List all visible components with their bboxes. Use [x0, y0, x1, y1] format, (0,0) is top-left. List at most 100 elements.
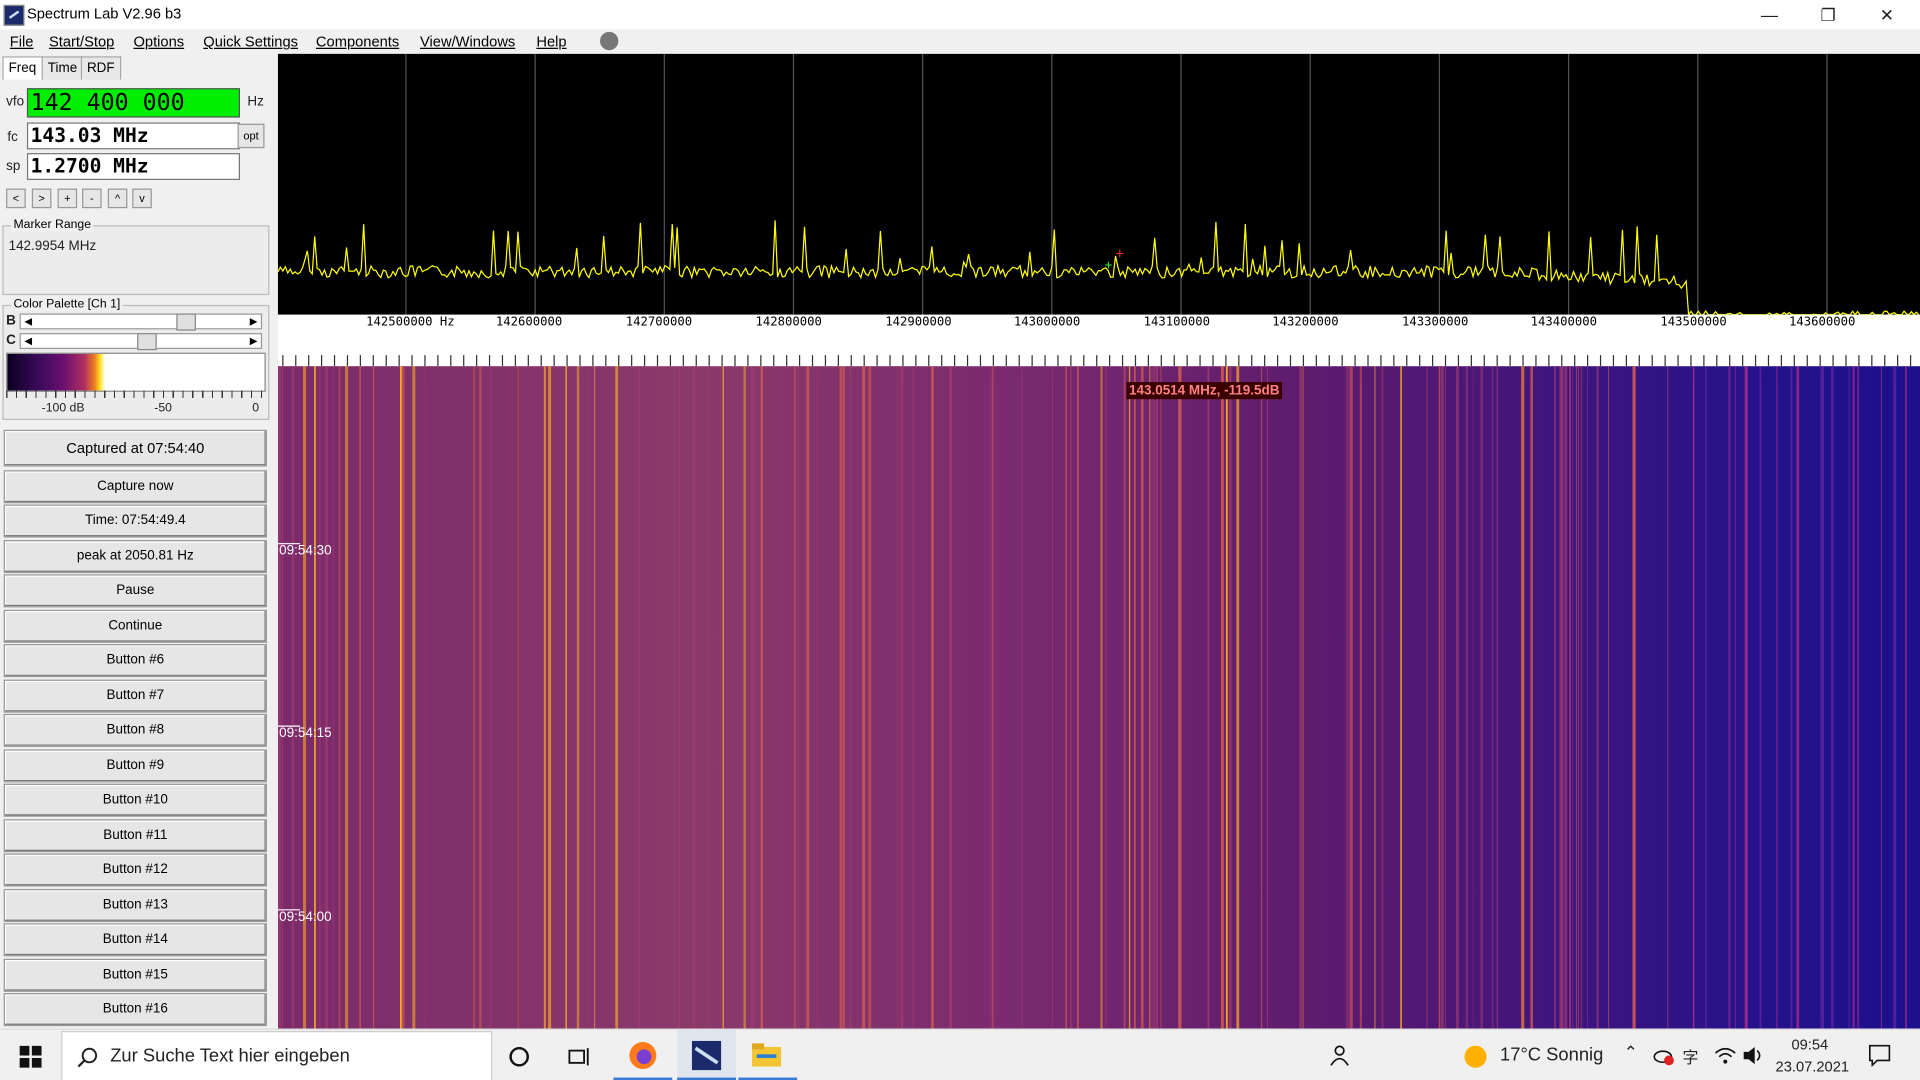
windows-start-icon[interactable] — [19, 1045, 42, 1068]
slider-left-arrow-icon[interactable]: ◀ — [21, 334, 36, 347]
zoom-out-button[interactable]: - — [82, 188, 102, 209]
minimize-button[interactable]: — — [1741, 0, 1797, 29]
center-frequency-field[interactable]: 143.03 MHz — [26, 122, 241, 150]
svg-text:+: + — [1104, 257, 1112, 272]
zoom-in-button[interactable]: + — [57, 188, 78, 209]
side-button-13[interactable]: Button #12 — [3, 853, 267, 887]
side-button-8[interactable]: Button #7 — [3, 679, 267, 713]
freq-axis-label: 142800000 — [755, 315, 822, 330]
freq-axis-label: 142900000 — [885, 315, 952, 330]
cortana-icon[interactable] — [508, 1046, 530, 1068]
contrast-slider-thumb[interactable] — [137, 333, 157, 351]
side-button-12[interactable]: Button #11 — [3, 819, 267, 853]
waterfall-display[interactable] — [277, 366, 1920, 1029]
nav-down-button[interactable]: v — [132, 188, 152, 209]
waterfall-time-label: 09:54:15 — [279, 726, 332, 741]
control-panel: Freq Time RDF vfo 142 400 000 Hz fc 143.… — [0, 53, 275, 1029]
side-button-9[interactable]: Button #8 — [3, 713, 267, 747]
palette-scale-max: 0 — [252, 401, 260, 416]
waterfall-time-label: 09:54:30 — [279, 543, 332, 559]
contrast-label: C — [6, 333, 16, 348]
side-button-1[interactable]: Captured at 07:54:40 — [3, 429, 267, 467]
side-button-6[interactable]: Continue — [3, 609, 267, 643]
color-palette-title: Color Palette [Ch 1] — [11, 297, 123, 312]
side-button-7[interactable]: Button #6 — [3, 644, 267, 678]
slider-right-arrow-icon[interactable]: ▶ — [246, 334, 261, 347]
side-button-3[interactable]: Time: 07:54:49.4 — [3, 504, 267, 538]
side-button-2[interactable]: Capture now — [3, 470, 267, 504]
restore-button[interactable]: ❐ — [1800, 0, 1856, 29]
menu-options[interactable]: Options — [133, 33, 184, 50]
clock-time[interactable]: 09:54 — [1791, 1036, 1828, 1053]
nav-left-button[interactable]: < — [6, 188, 26, 209]
tab-time[interactable]: Time — [41, 56, 84, 80]
vfo-label: vfo — [6, 94, 25, 109]
freq-axis-label: 142700000 — [625, 315, 693, 330]
palette-scale-mid: -50 — [154, 401, 172, 416]
opt-button[interactable]: opt — [237, 123, 265, 149]
waterfall-time-label: 09:54:00 — [279, 909, 332, 925]
weather-text[interactable]: 17°C Sonnig — [1500, 1044, 1603, 1065]
svg-text:+: + — [1116, 246, 1125, 262]
side-button-10[interactable]: Button #9 — [3, 749, 267, 783]
menu-start-stop[interactable]: Start/Stop — [49, 33, 114, 50]
menu-quick-settings[interactable]: Quick Settings — [203, 33, 298, 50]
weather-sun-icon[interactable] — [1463, 1044, 1487, 1068]
freq-axis-label: 143400000 — [1530, 315, 1597, 330]
language-icon[interactable]: 字 — [1682, 1044, 1698, 1067]
contrast-slider[interactable]: ◀ ▶ — [19, 333, 263, 351]
side-button-16[interactable]: Button #15 — [3, 958, 267, 992]
slider-right-arrow-icon[interactable]: ▶ — [246, 315, 261, 328]
freq-axis-label: 143200000 — [1272, 315, 1339, 330]
notifications-icon[interactable] — [1869, 1044, 1891, 1067]
side-button-11[interactable]: Button #10 — [3, 783, 267, 817]
marker-range-title: Marker Range — [11, 217, 94, 232]
color-palette-bar — [6, 352, 266, 392]
marker-range-group: Marker Range 142.9954 MHz — [2, 217, 270, 296]
app-icon — [3, 4, 25, 26]
chevron-up-icon[interactable]: ⌃ — [1624, 1042, 1638, 1063]
clock-date[interactable]: 23.07.2021 — [1776, 1058, 1850, 1075]
people-icon[interactable] — [1327, 1044, 1349, 1066]
spectrum-display[interactable]: + + — [277, 53, 1920, 317]
side-button-15[interactable]: Button #14 — [3, 923, 267, 957]
nav-up-button[interactable]: ^ — [107, 188, 128, 209]
close-button[interactable]: ✕ — [1859, 0, 1915, 29]
spectrum-lab-taskbar-button[interactable] — [677, 1029, 736, 1080]
wifi-icon[interactable] — [1714, 1046, 1736, 1066]
freq-axis-label: 143300000 — [1402, 315, 1469, 330]
file-explorer-icon[interactable] — [751, 1043, 782, 1067]
side-button-4[interactable]: peak at 2050.81 Hz — [3, 540, 267, 574]
brightness-label: B — [6, 313, 16, 329]
cursor-readout: 143.0514 MHz, -119.5dB — [1126, 382, 1282, 400]
slider-left-arrow-icon[interactable]: ◀ — [21, 315, 36, 328]
menu-components[interactable]: Components — [316, 33, 399, 50]
taskbar-search-box[interactable]: Zur Suche Text hier eingeben — [61, 1031, 493, 1080]
firefox-icon[interactable] — [628, 1041, 657, 1070]
menu-view-windows[interactable]: View/Windows — [420, 33, 515, 50]
volume-icon[interactable] — [1742, 1046, 1764, 1066]
vfo-unit-label: Hz — [247, 94, 264, 109]
tab-rdf[interactable]: RDF — [80, 56, 121, 80]
taskbar: Zur Suche Text hier eingeben 17°C Sonnig… — [0, 1028, 1920, 1080]
brightness-slider[interactable]: ◀ ▶ — [19, 313, 263, 331]
side-button-14[interactable]: Button #13 — [3, 888, 267, 923]
fc-label: fc — [7, 129, 18, 145]
onedrive-error-icon[interactable] — [1653, 1046, 1675, 1066]
freq-axis-label: 143600000 — [1788, 315, 1856, 330]
side-button-17[interactable]: Button #16 — [3, 993, 267, 1027]
span-field[interactable]: 1.2700 MHz — [26, 153, 241, 181]
menu-file[interactable]: File — [10, 33, 34, 50]
record-indicator-icon[interactable] — [600, 31, 619, 51]
palette-scale-min: -100 dB — [41, 401, 85, 416]
brightness-slider-thumb[interactable] — [176, 313, 197, 331]
nav-right-button[interactable]: > — [31, 188, 52, 209]
spectrum-graph: ++ — [277, 53, 1920, 317]
menu-help[interactable]: Help — [536, 33, 566, 50]
tab-freq[interactable]: Freq — [2, 56, 43, 80]
palette-scale-ticks — [6, 390, 264, 398]
vfo-frequency-field[interactable]: 142 400 000 — [26, 88, 241, 118]
side-button-5[interactable]: Pause — [3, 574, 267, 608]
spectrum-lab-icon — [691, 1040, 722, 1071]
task-view-icon[interactable] — [568, 1046, 592, 1068]
